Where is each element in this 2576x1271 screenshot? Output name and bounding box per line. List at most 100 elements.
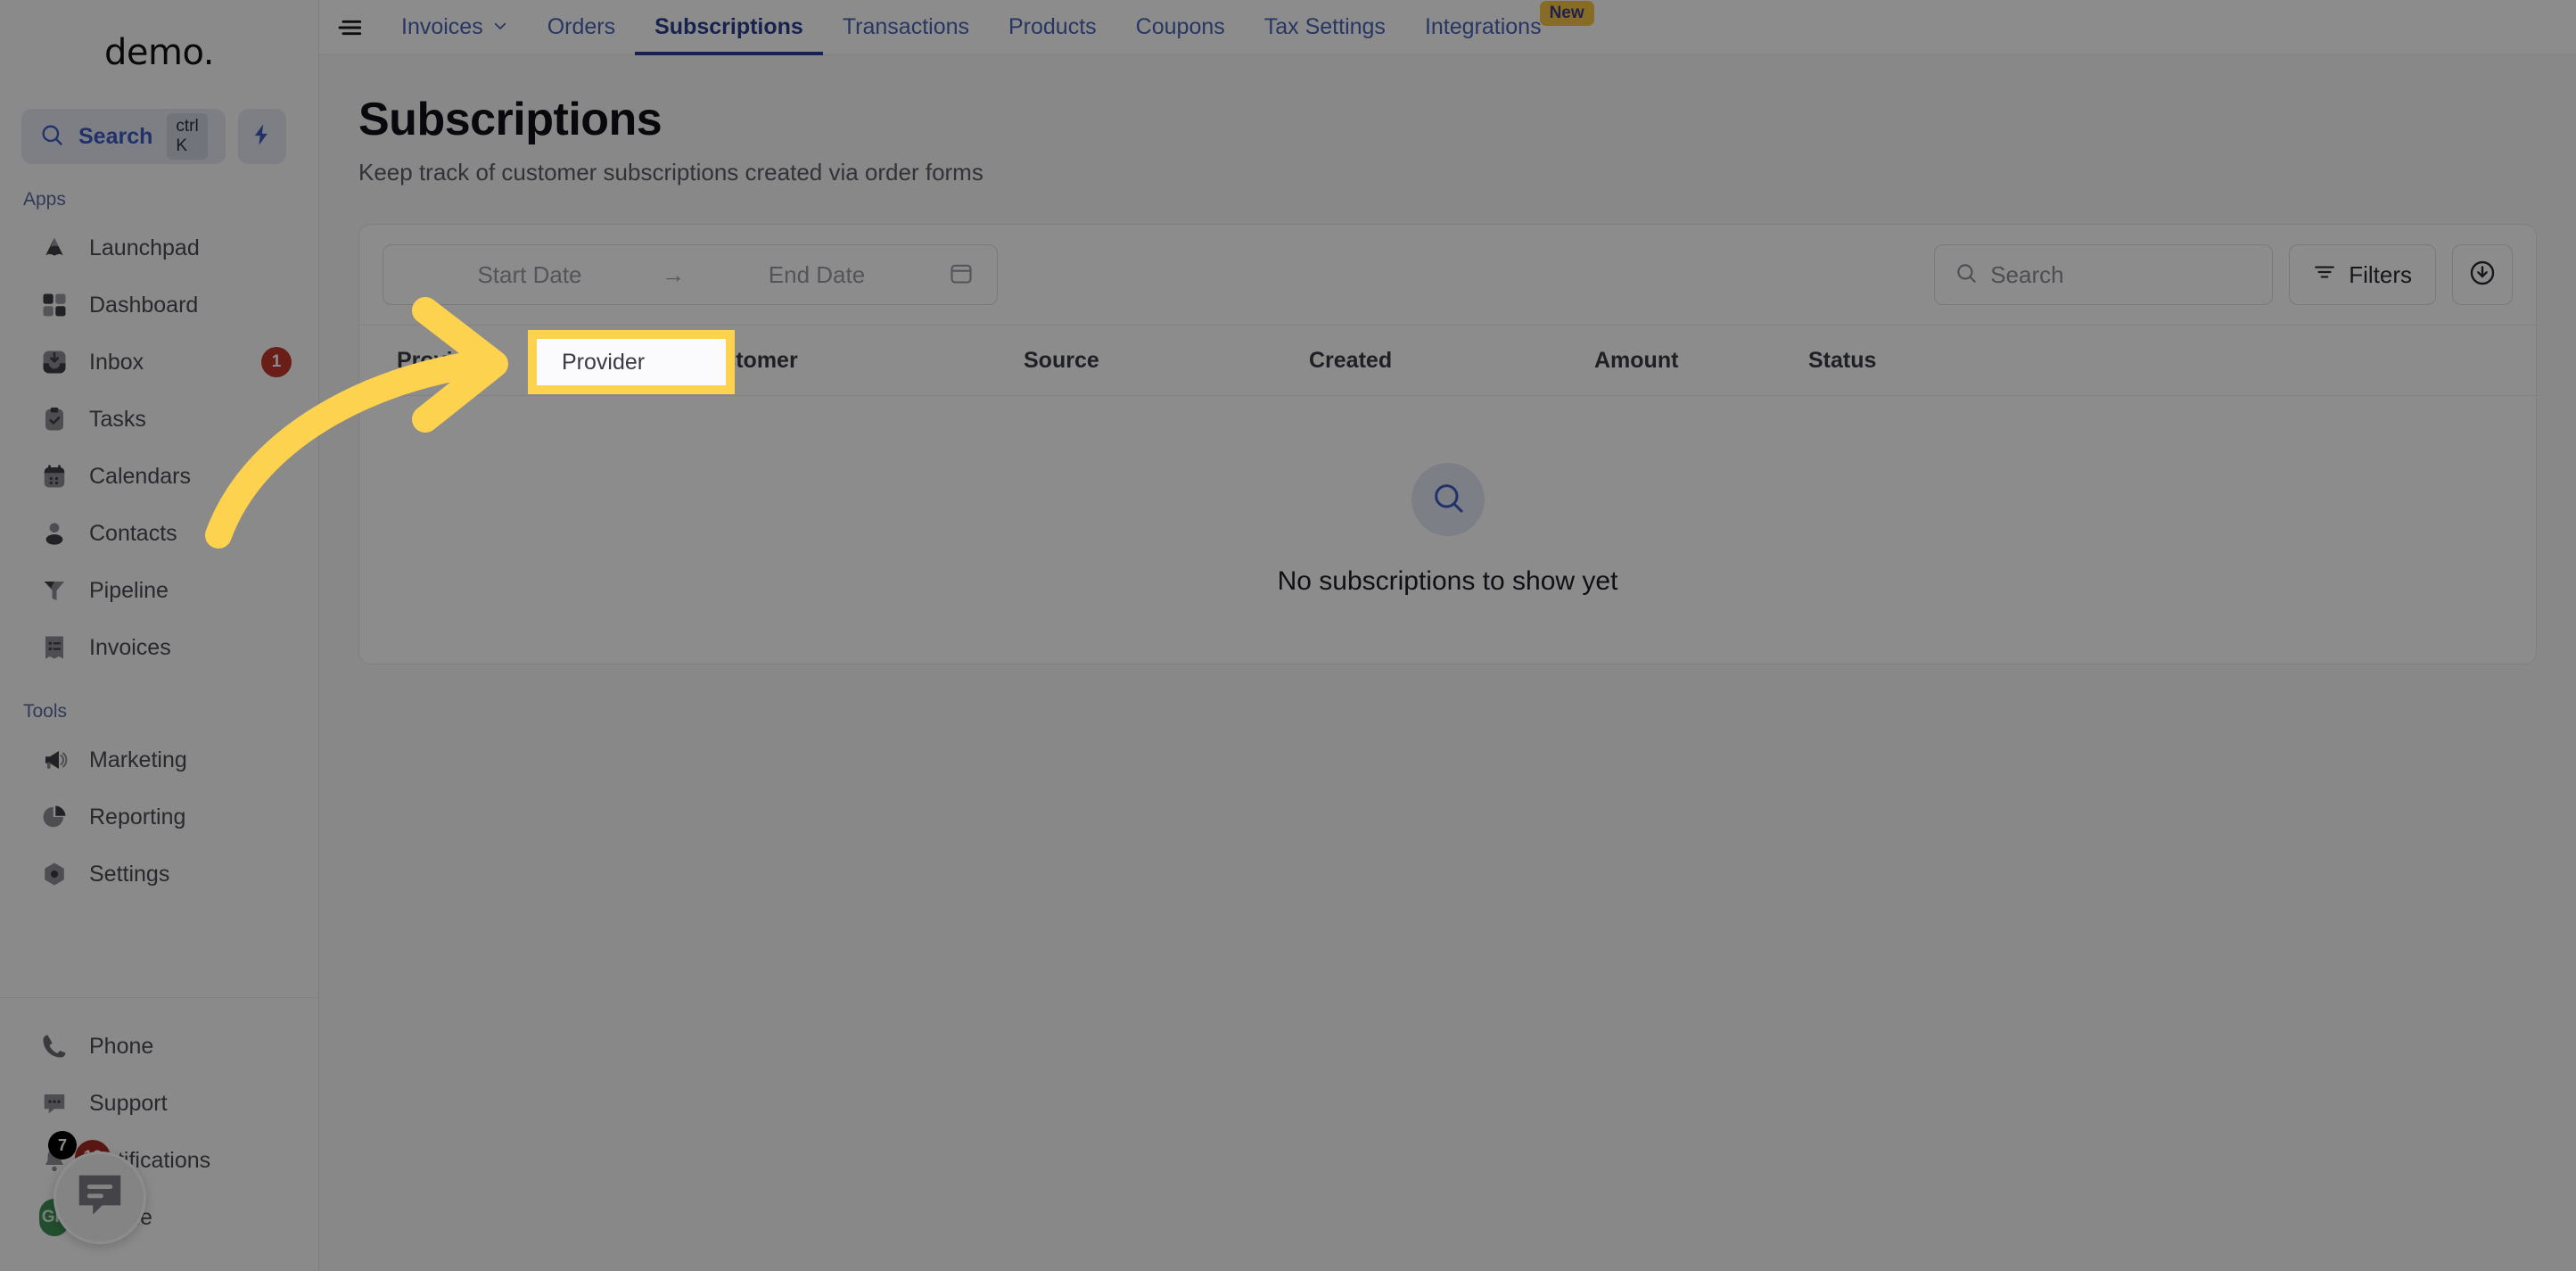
empty-state-icon-wrap [1411,463,1485,536]
sidebar-item-label: Support [89,1090,168,1116]
gear-icon [39,859,70,889]
annotation-highlight-label: Provider [562,349,646,375]
funnel-icon [39,575,70,606]
app-root: demo. Search ctrl K Apps Launchpad Dashb… [0,0,2576,1271]
chevron-down-icon [492,14,508,40]
clipboard-check-icon [39,404,70,434]
column-header-source[interactable]: Source [1024,348,1309,374]
calendar-icon [949,260,974,290]
sidebar-item-label: Marketing [89,747,187,772]
tab-tax-settings[interactable]: Tax Settings [1245,0,1405,55]
column-header-created[interactable]: Created [1309,348,1594,374]
tab-label: Orders [547,14,616,39]
empty-state: No subscriptions to show yet [359,396,2536,664]
sidebar-item-settings[interactable]: Settings [0,846,318,903]
range-arrow-icon: → [662,260,685,288]
sidebar: demo. Search ctrl K Apps Launchpad Dashb… [0,0,319,1271]
annotation-highlight-provider: Provider [528,330,735,394]
brand-dot: . [202,32,215,73]
export-download-button[interactable] [2452,244,2513,305]
sidebar-item-label: Invoices [89,634,171,660]
tab-label: Subscriptions [654,14,803,39]
sidebar-item-pipeline[interactable]: Pipeline [0,562,318,619]
sidebar-section-tools-label: Tools [23,701,68,722]
chat-widget-button[interactable] [53,1151,146,1244]
search-label: Search [78,123,153,149]
quick-action-button[interactable] [237,109,286,164]
page-subtitle: Keep track of customer subscriptions cre… [358,159,983,186]
page-title: Subscriptions [358,94,663,145]
sidebar-item-label: Settings [89,861,170,887]
tab-label: Integrations [1424,14,1542,39]
new-badge: New [1539,0,1594,26]
tab-subscriptions[interactable]: Subscriptions [635,0,823,55]
hamburger-menu-icon[interactable] [335,12,366,43]
filters-button[interactable]: Filters [2289,244,2436,305]
tab-coupons[interactable]: Coupons [1116,0,1245,55]
tab-integrations[interactable]: Integrations New [1405,0,1625,55]
subscriptions-card: Start Date → End Date Search Filters Pro… [358,224,2537,664]
launchpad-icon [39,233,70,263]
search-icon [1955,261,1978,289]
pie-chart-icon [39,802,70,832]
sidebar-item-launchpad[interactable]: Launchpad [0,219,318,276]
sidebar-item-reporting[interactable]: Reporting [0,788,318,846]
tab-label: Transactions [842,14,969,39]
lightning-bolt-icon [250,120,275,153]
sidebar-item-support[interactable]: Support [0,1075,318,1132]
inbox-icon [39,347,70,377]
main-content: Subscriptions Keep track of customer sub… [319,55,2576,1271]
sidebar-item-invoices[interactable]: Invoices [0,619,318,676]
tab-invoices[interactable]: Invoices [382,0,528,55]
brand-logo[interactable]: demo. [0,0,318,105]
sidebar-item-label: Launchpad [89,235,200,260]
sidebar-search-row: Search ctrl K [0,109,318,164]
search-icon [39,122,64,152]
sidebar-item-notifications[interactable]: 7 19 Notifications [0,1131,318,1189]
top-navigation: Invoices Orders Subscriptions Transactio… [319,0,2576,55]
search-shortcut: ctrl K [167,113,208,160]
sidebar-item-marketing[interactable]: Marketing [0,731,318,788]
sidebar-item-label: Reporting [89,804,186,829]
filter-lines-icon [2313,260,2336,290]
download-circle-icon [2468,259,2497,292]
tab-label: Tax Settings [1263,14,1386,39]
search-input[interactable]: Search [1934,244,2274,305]
sidebar-item-profile[interactable]: GR Profile [0,1189,318,1246]
tab-label: Products [1008,14,1097,39]
search-icon [1430,480,1466,520]
column-header-status[interactable]: Status [1808,348,2536,374]
megaphone-icon [39,745,70,775]
tab-transactions[interactable]: Transactions [823,0,989,55]
tab-label: Coupons [1135,14,1225,39]
chat-bubble-icon [72,1168,128,1228]
column-header-amount[interactable]: Amount [1594,348,1808,374]
annotation-arrow-icon [205,297,508,549]
start-date-input[interactable]: Start Date [407,261,653,289]
status-badge-count: 7 [48,1131,77,1160]
sidebar-item-label: Phone [89,1033,154,1059]
sidebar-section-apps-label: Apps [23,189,66,210]
tab-orders[interactable]: Orders [528,0,635,55]
toolbar: Start Date → End Date Search Filters [359,225,2536,325]
invoice-list-icon [39,632,70,663]
page-header: Subscriptions Keep track of customer sub… [319,55,2576,186]
tab-products[interactable]: Products [989,0,1116,55]
brand-name: demo [104,32,203,73]
end-date-input[interactable]: End Date [694,261,940,289]
search-placeholder: Search [1990,260,2064,288]
search-input[interactable]: Search ctrl K [21,109,226,164]
sidebar-item-phone[interactable]: Phone [0,1018,318,1075]
sidebar-item-label: Pipeline [89,577,169,603]
person-icon [39,518,70,549]
column-header-customer[interactable]: Customer [694,348,1024,374]
sidebar-bottom-group: Phone Support 7 19 [0,997,318,1271]
dashboard-grid-icon [39,290,70,320]
chat-dots-icon [39,1088,70,1118]
tab-label: Invoices [401,14,483,39]
empty-state-text: No subscriptions to show yet [1277,566,1618,596]
filters-label: Filters [2349,260,2412,288]
phone-icon [39,1031,70,1061]
calendar-icon [39,461,70,491]
